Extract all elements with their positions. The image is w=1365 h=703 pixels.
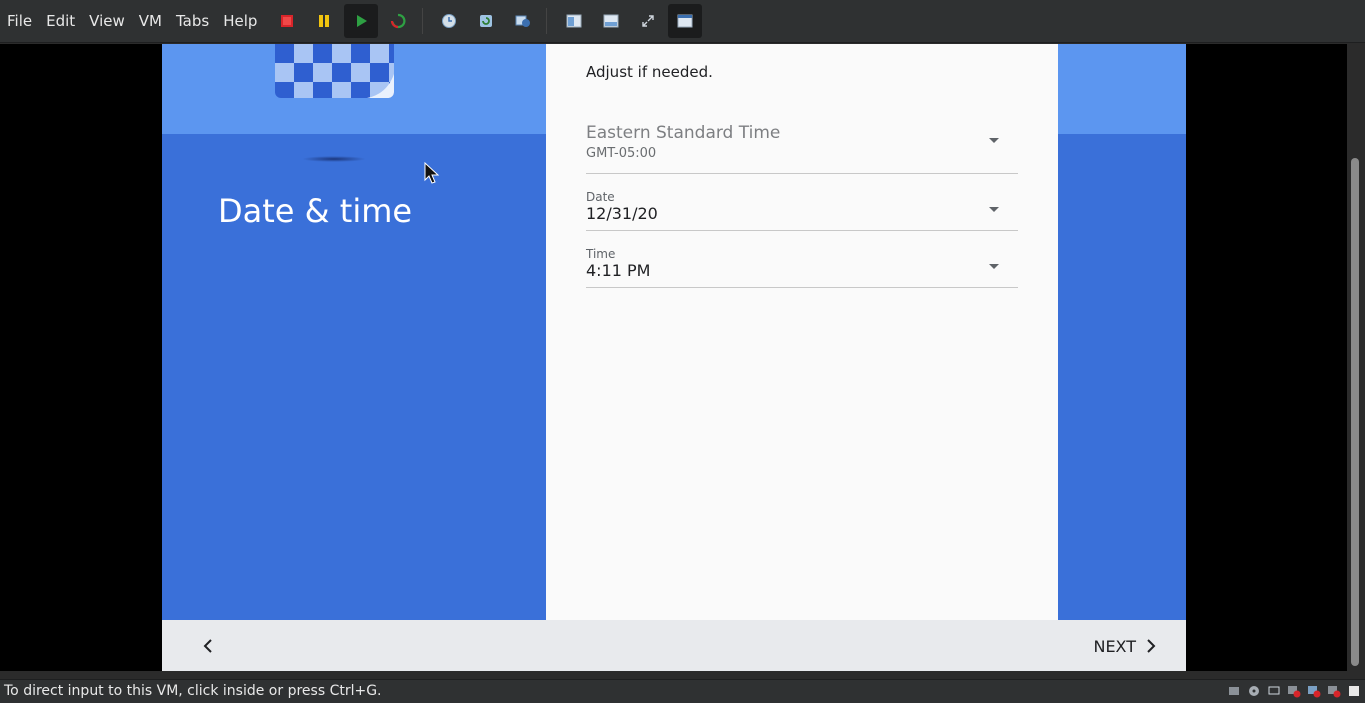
menu-file[interactable]: File: [0, 0, 39, 43]
menubar: File Edit View VM Tabs Help: [0, 0, 1365, 43]
revert-snapshot-button[interactable]: [469, 4, 503, 38]
message-log-icon[interactable]: [1347, 684, 1361, 698]
hint-text: Adjust if needed.: [586, 63, 713, 81]
illustration-shadow: [302, 156, 366, 162]
chevron-down-icon: [989, 264, 999, 269]
device-status-icons: [1227, 684, 1361, 698]
reset-icon: [390, 13, 406, 29]
status-bar: To direct input to this VM, click inside…: [0, 679, 1365, 703]
pause-icon: [319, 15, 329, 27]
timezone-name: Eastern Standard Time: [586, 123, 781, 143]
quick-switch-icon: [566, 14, 582, 28]
chevron-right-icon: [1147, 639, 1156, 653]
console-view-icon: [677, 14, 693, 28]
time-label: Time: [586, 247, 616, 261]
cd-drive-icon[interactable]: [1247, 684, 1261, 698]
chevron-down-icon: [989, 138, 999, 143]
revert-snapshot-icon: [480, 15, 492, 27]
page-title: Date & time: [218, 192, 413, 230]
snapshot-icon: [442, 14, 456, 28]
reset-button[interactable]: [381, 4, 415, 38]
scrollbar-thumb[interactable]: [1351, 158, 1359, 666]
snapshot-manager-icon: [515, 15, 530, 27]
full-screen-icon: [642, 15, 654, 27]
date-dropdown[interactable]: Date 12/31/20: [586, 190, 1018, 231]
menu-vm[interactable]: VM: [132, 0, 169, 43]
calendar-illustration-icon: [275, 44, 394, 98]
next-button[interactable]: NEXT: [1093, 630, 1156, 662]
pause-button[interactable]: [307, 4, 341, 38]
power-off-icon: [281, 15, 293, 27]
next-label: NEXT: [1093, 636, 1136, 656]
timezone-dropdown[interactable]: Eastern Standard Time GMT-05:00: [586, 123, 1018, 174]
toolbar-separator: [422, 8, 423, 34]
snapshot-button[interactable]: [432, 4, 466, 38]
sound-disconnected-icon[interactable]: [1327, 684, 1341, 698]
status-message: To direct input to this VM, click inside…: [4, 683, 382, 699]
full-screen-button[interactable]: [631, 4, 665, 38]
snapshot-manager-button[interactable]: [506, 4, 540, 38]
play-icon: [357, 15, 367, 27]
menu-view[interactable]: View: [82, 0, 132, 43]
date-value: 12/31/20: [586, 204, 658, 223]
network-disconnected-icon[interactable]: [1287, 684, 1301, 698]
chevron-down-icon: [989, 207, 999, 212]
menu-edit[interactable]: Edit: [39, 0, 82, 43]
navigation-footer: NEXT: [162, 620, 1186, 671]
power-off-button[interactable]: [270, 4, 304, 38]
timezone-offset: GMT-05:00: [586, 146, 657, 161]
time-dropdown[interactable]: Time 4:11 PM: [586, 247, 1018, 288]
settings-card: Adjust if needed. Eastern Standard Time …: [546, 44, 1058, 620]
unity-button[interactable]: [594, 4, 628, 38]
unity-icon: [603, 14, 619, 28]
vmware-window: File Edit View VM Tabs Help Date & time …: [0, 0, 1365, 703]
play-button[interactable]: [344, 4, 378, 38]
chevron-left-icon: [203, 639, 212, 653]
guest-screen[interactable]: Date & time Adjust if needed. Eastern St…: [162, 44, 1186, 671]
menu-tabs[interactable]: Tabs: [169, 0, 216, 43]
date-label: Date: [586, 190, 615, 204]
quick-switch-button[interactable]: [557, 4, 591, 38]
time-value: 4:11 PM: [586, 261, 651, 280]
hard-disk-icon[interactable]: [1227, 684, 1241, 698]
toolbar-separator: [546, 8, 547, 34]
usb-disconnected-icon[interactable]: [1307, 684, 1321, 698]
back-button[interactable]: [192, 630, 224, 662]
console-view-button[interactable]: [668, 4, 702, 38]
display-icon[interactable]: [1267, 684, 1281, 698]
vertical-scrollbar[interactable]: [1347, 44, 1365, 671]
mouse-cursor-icon: [424, 162, 440, 184]
menu-help[interactable]: Help: [216, 0, 264, 43]
